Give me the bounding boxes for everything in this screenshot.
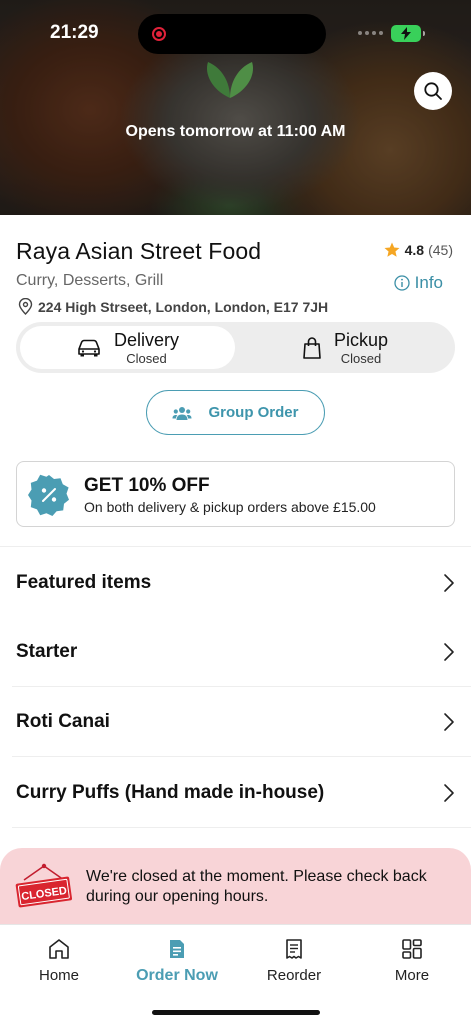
receipt-icon bbox=[286, 939, 302, 959]
chevron-right-icon bbox=[444, 643, 454, 661]
info-label: Info bbox=[414, 273, 443, 292]
grid-icon bbox=[402, 939, 422, 959]
star-icon bbox=[384, 242, 400, 257]
promo-card[interactable]: GET 10% OFF On both delivery & pickup or… bbox=[16, 461, 455, 527]
pickup-label: Pickup bbox=[333, 329, 389, 350]
row-divider bbox=[12, 756, 471, 757]
pickup-option[interactable]: Pickup Closed bbox=[239, 326, 451, 369]
info-button[interactable]: Info bbox=[393, 273, 443, 293]
group-order-button[interactable]: Group Order bbox=[146, 390, 325, 435]
menu-section-featured-items[interactable]: Featured items bbox=[0, 548, 471, 618]
recording-icon bbox=[152, 27, 166, 41]
rating-count: (45) bbox=[428, 242, 453, 258]
menu-section-curry-puffs[interactable]: Curry Puffs (Hand made in-house) bbox=[0, 758, 471, 828]
promo-title: GET 10% OFF bbox=[84, 475, 210, 496]
delivery-label: Delivery bbox=[113, 329, 179, 350]
home-indicator bbox=[152, 1010, 320, 1015]
shopping-bag-icon bbox=[303, 336, 321, 359]
delivery-status: Closed bbox=[126, 350, 167, 366]
store-rating: 4.8 (45) bbox=[383, 241, 453, 259]
chevron-right-icon bbox=[444, 713, 454, 731]
promo-subtitle: On both delivery & pickup orders above £… bbox=[84, 499, 376, 515]
search-icon bbox=[424, 82, 442, 100]
order-mode-toggle: Delivery Closed Pickup Closed bbox=[16, 322, 455, 373]
row-divider bbox=[12, 827, 471, 828]
location-pin-icon bbox=[18, 298, 33, 315]
store-address: 224 High Strseet, London, London, E17 7J… bbox=[18, 298, 328, 315]
store-categories: Curry, Desserts, Grill bbox=[16, 272, 164, 289]
closed-message: We're closed at the moment. Please check… bbox=[86, 868, 427, 905]
pickup-status: Closed bbox=[340, 350, 382, 366]
order-icon bbox=[170, 940, 184, 958]
delivery-option[interactable]: Delivery Closed bbox=[20, 326, 235, 369]
leaf-garnish bbox=[206, 62, 254, 98]
menu-section-starter[interactable]: Starter bbox=[0, 617, 471, 687]
closed-sign-icon: CLOSED bbox=[15, 863, 73, 908]
menu-section-label: Roti Canai bbox=[16, 711, 110, 732]
home-icon bbox=[49, 939, 69, 959]
tab-label: Reorder bbox=[266, 967, 322, 984]
dynamic-island bbox=[138, 14, 326, 54]
tab-order-now[interactable]: Order Now bbox=[118, 937, 236, 985]
tab-home[interactable]: Home bbox=[0, 937, 118, 984]
signal-icon bbox=[358, 31, 383, 35]
car-icon bbox=[78, 339, 100, 356]
menu-section-roti-canai[interactable]: Roti Canai bbox=[0, 687, 471, 757]
store-name: Raya Asian Street Food bbox=[16, 238, 262, 264]
tab-label: More bbox=[394, 967, 430, 984]
address-text: 224 High Strseet, London, London, E17 7J… bbox=[38, 298, 329, 315]
opening-time-notice: Opens tomorrow at 11:00 AM bbox=[125, 123, 346, 140]
menu-section-label: Featured items bbox=[16, 572, 152, 593]
tab-label: Order Now bbox=[136, 967, 218, 984]
chevron-right-icon bbox=[444, 784, 454, 802]
chevron-right-icon bbox=[444, 574, 454, 592]
status-time: 21:29 bbox=[50, 22, 99, 43]
tab-reorder[interactable]: Reorder bbox=[235, 937, 353, 984]
search-button[interactable] bbox=[414, 72, 452, 110]
rating-score: 4.8 bbox=[404, 242, 425, 258]
menu-section-label: Curry Puffs (Hand made in-house) bbox=[16, 782, 325, 803]
tab-label: Home bbox=[38, 967, 79, 984]
group-icon bbox=[172, 406, 192, 420]
menu-section-label: Starter bbox=[16, 641, 78, 662]
group-order-label: Group Order bbox=[208, 404, 299, 421]
info-icon bbox=[393, 275, 410, 291]
bottom-tab-bar: Home Order Now Reorder More bbox=[0, 924, 471, 1024]
tab-more[interactable]: More bbox=[353, 937, 471, 984]
section-divider bbox=[0, 546, 471, 547]
discount-badge-icon bbox=[28, 474, 69, 516]
battery-icon bbox=[391, 25, 425, 42]
charging-bolt-icon bbox=[401, 27, 411, 40]
